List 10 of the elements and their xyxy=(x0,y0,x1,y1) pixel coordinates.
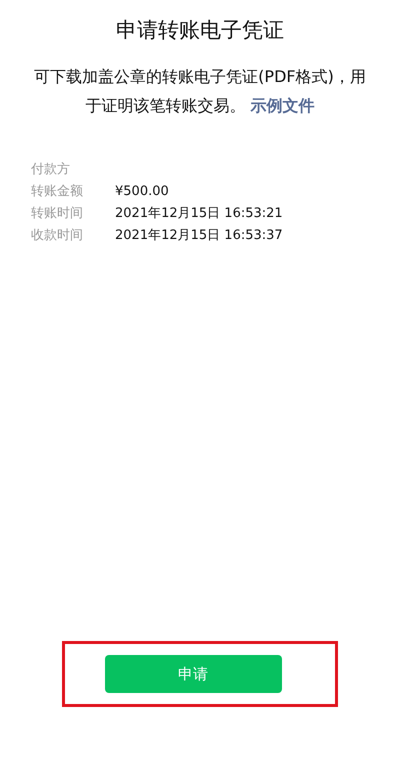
description: 可下载加盖公章的转账电子凭证(PDF格式)，用于证明该笔转账交易。 示例文件 xyxy=(33,66,367,117)
sample-file-link[interactable]: 示例文件 xyxy=(250,96,315,115)
detail-value: 2021年12月15日 16:53:21 xyxy=(115,204,283,223)
detail-label: 付款方 xyxy=(31,160,71,179)
detail-value: 2021年12月15日 16:53:37 xyxy=(115,226,283,245)
detail-label: 收款时间 xyxy=(31,226,84,245)
page-title: 申请转账电子凭证 xyxy=(116,17,284,44)
detail-label: 转账金额 xyxy=(31,182,84,201)
detail-label: 转账时间 xyxy=(31,204,84,223)
detail-value: ¥500.00 xyxy=(115,182,169,201)
